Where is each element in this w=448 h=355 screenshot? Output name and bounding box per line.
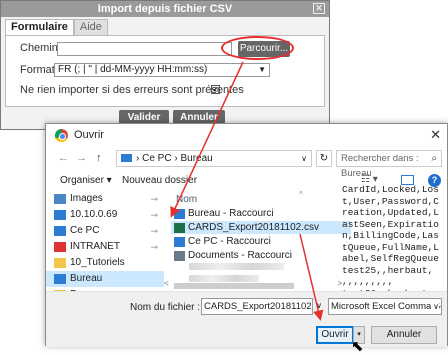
annotation-arrow — [299, 233, 324, 321]
annotation-arrows — [170, 61, 324, 321]
annotation-arrow — [170, 61, 244, 218]
